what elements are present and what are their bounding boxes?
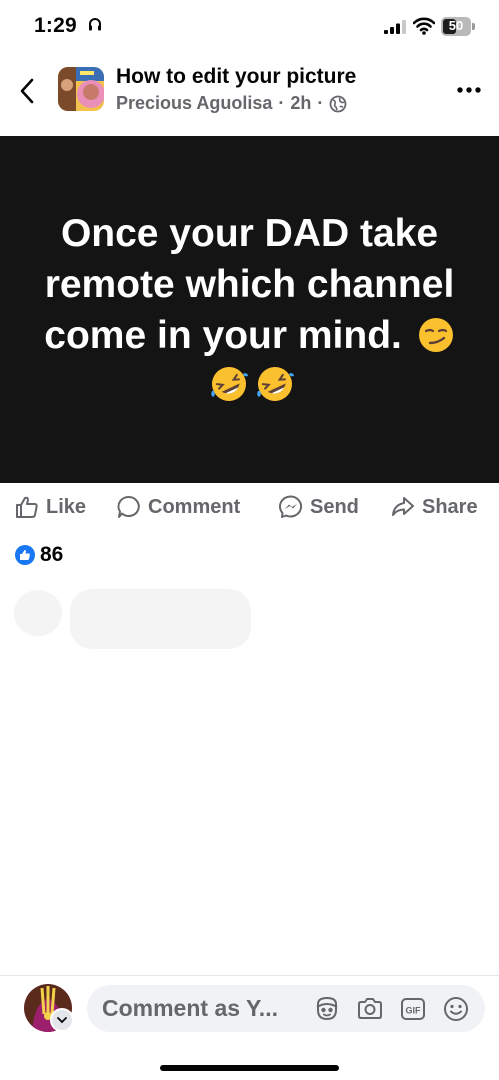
- comment-bubble-icon: [117, 496, 140, 518]
- share-label: Share: [422, 495, 478, 518]
- more-options-icon[interactable]: [456, 85, 482, 95]
- comment-placeholder: Comment as Y...: [102, 995, 278, 1021]
- send-button[interactable]: Send: [278, 483, 359, 531]
- wifi-icon: [413, 17, 435, 35]
- comment-button[interactable]: Comment: [116, 483, 240, 531]
- share-button[interactable]: Share: [390, 483, 478, 531]
- composer-divider: [0, 975, 499, 976]
- share-arrow-icon: [392, 497, 414, 516]
- battery-indicator: 50: [441, 17, 477, 36]
- camera-icon[interactable]: [356, 995, 384, 1023]
- text-post-card[interactable]: Once your DAD take remote which channel …: [0, 136, 499, 483]
- back-chevron-icon[interactable]: [16, 76, 38, 106]
- comment-skeleton-bubble: [70, 589, 251, 649]
- like-label: Like: [46, 495, 87, 518]
- group-avatar[interactable]: [58, 67, 104, 111]
- thumbs-up-icon: [16, 496, 38, 518]
- post-time[interactable]: 2h: [290, 93, 311, 114]
- reaction-summary[interactable]: 86: [15, 543, 63, 567]
- svg-text:GIF: GIF: [406, 1006, 422, 1016]
- avatar-sticker-icon[interactable]: [313, 995, 341, 1023]
- comment-input[interactable]: Comment as Y... GIF: [87, 985, 485, 1032]
- cellular-signal-icon: [384, 20, 406, 34]
- post-action-bar: Like Comment Send Share: [0, 483, 499, 531]
- post-text-block: Once your DAD take remote which channel …: [30, 208, 470, 412]
- battery-percent: 50: [448, 18, 464, 33]
- author-name[interactable]: Precious Aguolisa: [116, 93, 272, 114]
- laughing-emoji-icon: [210, 366, 248, 401]
- emoji-smiley-icon[interactable]: [442, 995, 470, 1023]
- laughing-emoji-icon: [256, 366, 294, 401]
- post-group-title[interactable]: How to edit your picture: [116, 65, 356, 89]
- meta-separator: ·: [278, 93, 285, 113]
- send-label: Send: [310, 495, 359, 518]
- reaction-count: 86: [40, 543, 64, 566]
- globe-icon: [329, 95, 347, 112]
- messenger-icon: [278, 495, 303, 518]
- gif-icon[interactable]: GIF: [399, 995, 427, 1023]
- post-meta: Precious Aguolisa · 2h ·: [116, 93, 347, 114]
- headphones-icon: [89, 18, 101, 31]
- meta-separator-2: ·: [317, 93, 324, 113]
- like-button[interactable]: Like: [14, 483, 86, 531]
- chevron-down-icon: [57, 1017, 67, 1024]
- smirking-face-emoji-icon: [418, 317, 453, 352]
- like-reaction-icon: [15, 545, 35, 565]
- status-time: 1:29: [34, 14, 77, 37]
- comment-label: Comment: [148, 495, 241, 518]
- home-indicator: [160, 1065, 339, 1071]
- post-text: Once your DAD take remote which channel …: [44, 211, 455, 357]
- profile-switch-chevron[interactable]: [50, 1008, 74, 1032]
- comment-skeleton-avatar: [14, 590, 62, 636]
